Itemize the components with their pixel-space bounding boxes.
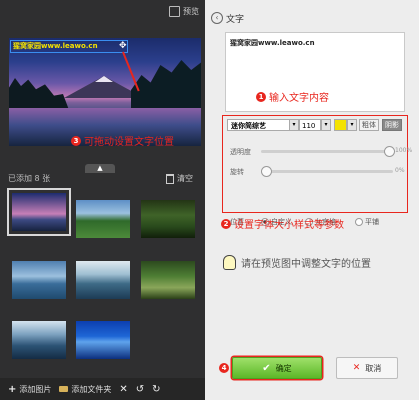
badge-1: 1 <box>256 91 266 102</box>
bottom-toolbar: + 添加图片 添加文件夹 ✕ ↺ ↻ <box>0 378 205 400</box>
cancel-label: 取消 <box>365 363 382 373</box>
trash-icon <box>166 173 174 184</box>
opacity-value: 100% <box>395 147 413 154</box>
rotation-slider[interactable] <box>261 166 393 177</box>
lightbulb-icon <box>223 255 236 270</box>
preview-icon <box>169 6 180 17</box>
thumbnail-3[interactable] <box>141 200 195 238</box>
rotation-slider-knob[interactable] <box>261 166 272 177</box>
font-size-select[interactable]: 110 <box>299 119 321 131</box>
rotate-right-icon[interactable]: ↻ <box>152 384 160 395</box>
opacity-slider-knob[interactable] <box>384 146 395 157</box>
right-panel: ‹ 文字 猩窝家园www.leawo.cn 1 输入文字内容 迷你简综艺 ▾ 1… <box>205 0 419 400</box>
opacity-slider[interactable] <box>261 146 395 157</box>
preview-button[interactable]: 预览 <box>169 6 199 17</box>
shadow-button[interactable]: 阴影 <box>382 119 402 131</box>
hint: 请在预览图中调整文字的位置 <box>223 255 371 270</box>
position-option-tile[interactable]: 平铺 <box>355 217 379 227</box>
folder-icon <box>59 386 69 392</box>
position-option-label: 平铺 <box>365 218 379 226</box>
radio-icon <box>355 218 363 226</box>
bold-button[interactable]: 粗体 <box>359 119 379 131</box>
font-family-dropdown-icon[interactable]: ▾ <box>289 119 299 131</box>
font-color-dropdown-icon[interactable]: ▾ <box>347 119 357 131</box>
thumbnail-6[interactable] <box>141 261 195 299</box>
left-panel: 预览 猩窝家园www.leawo.cn ✥ 3 可拖动设置文字位置 ▲ 已添加 … <box>0 0 205 400</box>
style-settings-box: 迷你简综艺 ▾ 110 ▾ ▾ 粗体 阴影 透明度 100% 旋转 0% 位置 … <box>222 115 412 226</box>
plus-icon: + <box>8 383 17 395</box>
rotate-left-icon[interactable]: ↺ <box>136 384 144 395</box>
collapse-toggle[interactable]: ▲ <box>85 164 115 173</box>
watermark-text-box[interactable]: 猩窝家园www.leawo.cn <box>10 40 128 53</box>
rotation-label: 旋转 <box>230 168 244 176</box>
confirm-button[interactable]: ✔ 确定 <box>232 357 322 379</box>
badge-4: 4 <box>219 363 229 373</box>
move-cursor-icon: ✥ <box>119 41 127 51</box>
cancel-button[interactable]: ✕ 取消 <box>336 357 398 379</box>
annotation-3: 3 可拖动设置文字位置 <box>71 133 174 146</box>
thumbnail-1[interactable] <box>7 188 71 236</box>
preview-image[interactable]: 猩窝家园www.leawo.cn ✥ 3 可拖动设置文字位置 <box>9 38 201 146</box>
annotation-3-text: 可拖动设置文字位置 <box>84 137 174 146</box>
delete-icon[interactable]: ✕ <box>119 384 127 395</box>
font-color-swatch[interactable] <box>334 119 347 131</box>
clear-label: 清空 <box>177 174 193 183</box>
thumbnail-7[interactable] <box>12 321 66 359</box>
close-icon: ✕ <box>352 363 361 373</box>
add-image-label: 添加图片 <box>19 384 52 394</box>
clear-button[interactable]: 清空 <box>166 173 193 184</box>
add-folder-button[interactable]: 添加文件夹 <box>59 384 111 395</box>
annotation-1-text: 输入文字内容 <box>269 93 329 104</box>
annotation-2: 2 设置字体大小样式等参数 <box>221 216 344 231</box>
confirm-label: 确定 <box>275 363 292 373</box>
watermark-text: 猩窝家园www.leawo.cn <box>13 42 98 50</box>
add-image-button[interactable]: + 添加图片 <box>8 384 51 395</box>
annotation-1: 1 输入文字内容 <box>256 89 329 104</box>
panel-title: 文字 <box>226 15 245 25</box>
badge-2: 2 <box>221 218 231 229</box>
added-count: 已添加 8 张 <box>8 174 51 183</box>
thumbnail-5[interactable] <box>76 261 130 299</box>
text-input[interactable]: 猩窝家园www.leawo.cn 1 输入文字内容 <box>225 32 405 112</box>
font-size-dropdown-icon[interactable]: ▾ <box>321 119 331 131</box>
text-input-value: 猩窝家园www.leawo.cn <box>230 39 315 47</box>
thumbnail-8[interactable] <box>76 321 130 359</box>
thumbnail-4[interactable] <box>12 261 66 299</box>
add-folder-label: 添加文件夹 <box>71 384 112 394</box>
hint-text: 请在预览图中调整文字的位置 <box>241 259 371 270</box>
checkmark-icon: ✔ <box>262 362 271 374</box>
preview-label: 预览 <box>183 7 199 16</box>
thumbnail-2[interactable] <box>76 200 130 238</box>
badge-3: 3 <box>71 135 81 146</box>
rotation-value: 0% <box>395 167 405 174</box>
back-icon[interactable]: ‹ <box>211 12 223 24</box>
annotation-2-text: 设置字体大小样式等参数 <box>234 220 344 231</box>
opacity-label: 透明度 <box>230 148 251 156</box>
font-family-select[interactable]: 迷你简综艺 <box>227 119 291 131</box>
